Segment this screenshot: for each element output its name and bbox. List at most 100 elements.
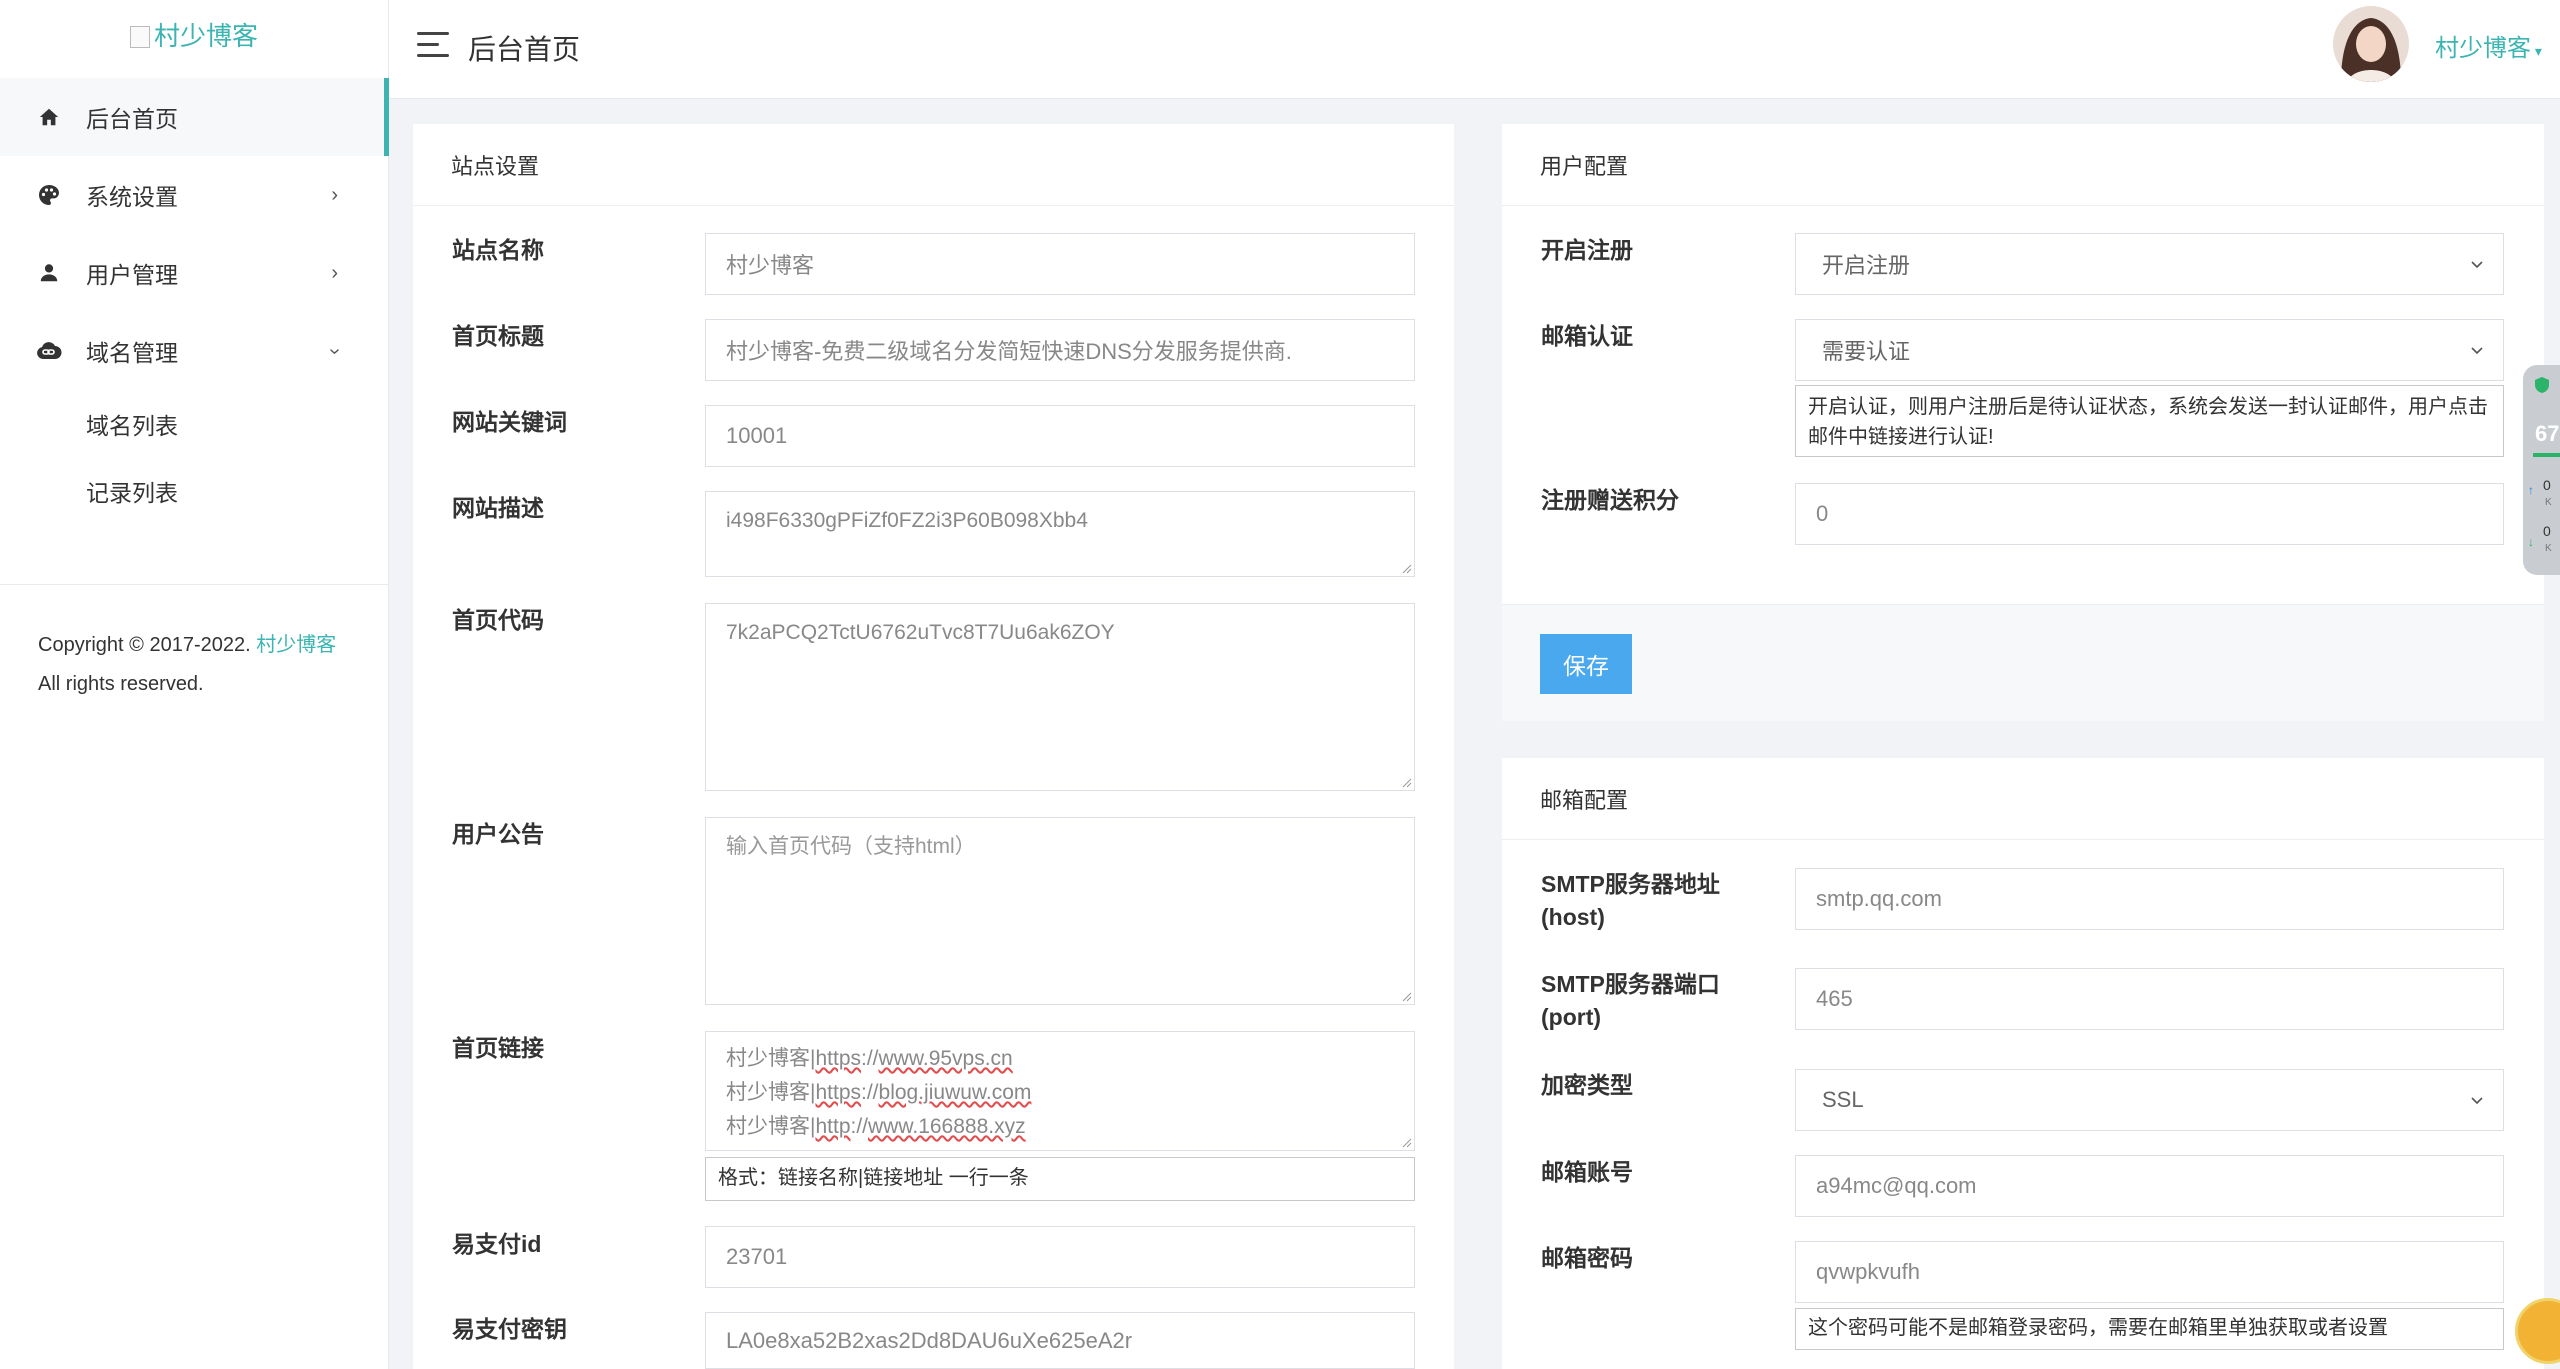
smtp-port-label-line2: (port) xyxy=(1541,1004,1602,1030)
pay-key-input[interactable]: LA0e8xa52B2xas2Dd8DAU6uXe625eA2r xyxy=(705,1312,1415,1369)
sidebar-divider xyxy=(0,584,388,585)
sidebar-item-label: 用户管理 xyxy=(86,262,178,288)
link-scheme: https xyxy=(815,1081,861,1104)
notice-textarea[interactable]: 输入首页代码（支持html） xyxy=(705,817,1415,1005)
upload-speed: 0 xyxy=(2543,477,2551,493)
resize-grip-icon[interactable] xyxy=(1402,1138,1412,1148)
bonus-label: 注册赠送积分 xyxy=(1541,487,1679,513)
download-speed: 0 xyxy=(2543,523,2551,539)
keywords-input[interactable]: 10001 xyxy=(705,405,1415,467)
link-host: www.166888.xyz xyxy=(868,1115,1026,1138)
sidebar-nav: 后台首页 系统设置 › 用户管理 › 域名管理 › 域名列表 记录列表 xyxy=(0,78,389,524)
save-button[interactable]: 保存 xyxy=(1540,634,1632,694)
page-title: 后台首页 xyxy=(468,34,581,65)
smtp-port-label: SMTP服务器端口 (port) xyxy=(1541,968,1720,1034)
smtp-port-input[interactable]: 465 xyxy=(1795,968,2504,1030)
sidebar-item-label: 后台首页 xyxy=(86,106,178,132)
mail-password-input[interactable]: qvwpkvufh xyxy=(1795,1241,2504,1303)
upload-unit: K xyxy=(2545,497,2552,508)
home-links-textarea[interactable]: 村少博客|https://www.95vps.cn 村少博客|https://b… xyxy=(705,1031,1415,1151)
mail-account-label: 邮箱账号 xyxy=(1541,1159,1633,1185)
smtp-host-label-line2: (host) xyxy=(1541,904,1605,930)
chevron-down-icon xyxy=(2471,1097,2483,1105)
link-host: www.95vps.cn xyxy=(878,1047,1013,1070)
network-speed-widget[interactable]: 67 ↑ 0 K ↓ 0 K xyxy=(2523,365,2560,575)
register-select[interactable]: 开启注册 xyxy=(1795,233,2504,295)
logo[interactable]: 村少博客 xyxy=(0,0,388,72)
pay-id-input[interactable]: 23701 xyxy=(705,1226,1415,1288)
sidebar-item-label: 域名管理 xyxy=(86,340,178,366)
sidebar-item-domain-management[interactable]: 域名管理 › xyxy=(0,312,388,390)
user-menu-dropdown[interactable]: 村少博客 ▾ xyxy=(2435,28,2542,63)
smtp-host-label-line1: SMTP服务器地址 xyxy=(1541,871,1720,897)
pay-key-label: 易支付密钥 xyxy=(452,1316,567,1342)
sidebar-subitem-domain-list[interactable]: 域名列表 xyxy=(0,390,388,457)
mail-password-label: 邮箱密码 xyxy=(1541,1245,1633,1271)
keywords-label: 网站关键词 xyxy=(452,409,567,435)
encryption-value: SSL xyxy=(1822,1087,1864,1112)
home-title-input[interactable]: 村少博客-免费二级域名分发简短快速DNS分发服务提供商. xyxy=(705,319,1415,381)
mail-password-hint: 这个密码可能不是邮箱登录密码，需要在邮箱里单独获取或者设置 xyxy=(1795,1308,2504,1350)
home-icon xyxy=(36,104,62,130)
home-code-value: 7k2aPCQ2TctU6762uTvc8T7Uu6ak6ZOY xyxy=(726,621,1115,644)
shield-icon xyxy=(2535,377,2549,393)
link-name: 村少博客 xyxy=(726,1047,810,1070)
email-verify-select[interactable]: 需要认证 xyxy=(1795,319,2504,381)
link-name: 村少博客 xyxy=(726,1081,810,1104)
description-textarea[interactable]: i498F6330gPFiZf0FZ2i3P60B098Xbb4 xyxy=(705,491,1415,577)
chevron-down-icon: › xyxy=(324,347,347,355)
email-verify-value: 需要认证 xyxy=(1822,339,1911,364)
notice-placeholder: 输入首页代码（支持html） xyxy=(726,835,976,858)
logo-alt-text: 村少博客 xyxy=(153,21,258,51)
site-name-input[interactable]: 村少博客 xyxy=(705,233,1415,295)
home-title-label: 首页标题 xyxy=(452,323,544,349)
site-name-label: 站点名称 xyxy=(452,237,544,263)
copyright-suffix: All rights reserved. xyxy=(38,673,204,695)
sidebar-subitem-record-list[interactable]: 记录列表 xyxy=(0,457,388,524)
resize-grip-icon[interactable] xyxy=(1402,992,1412,1002)
email-verify-hint: 开启认证，则用户注册后是待认证状态，系统会发送一封认证邮件，用户点击邮件中链接进… xyxy=(1795,385,2504,457)
copyright-brand-link[interactable]: 村少博客 xyxy=(256,634,336,656)
description-value: i498F6330gPFiZf0FZ2i3P60B098Xbb4 xyxy=(726,509,1088,532)
home-link-line: 村少博客|https://www.95vps.cn xyxy=(726,1047,1013,1070)
encryption-label: 加密类型 xyxy=(1541,1072,1633,1098)
sidebar: 村少博客 后台首页 系统设置 › 用户管理 › 域名管理 › 域名列表 记录列表… xyxy=(0,0,389,1369)
pay-id-label: 易支付id xyxy=(452,1231,542,1257)
card-title: 邮箱配置 xyxy=(1502,758,2544,840)
chevron-right-icon: › xyxy=(331,261,338,284)
home-links-label: 首页链接 xyxy=(452,1035,544,1061)
network-value: 67 xyxy=(2535,421,2560,446)
home-link-line: 村少博客|http://www.166888.xyz xyxy=(726,1115,1026,1138)
home-code-textarea[interactable]: 7k2aPCQ2TctU6762uTvc8T7Uu6ak6ZOY xyxy=(705,603,1415,791)
mail-account-input[interactable]: a94mc@qq.com xyxy=(1795,1155,2504,1217)
encryption-select[interactable]: SSL xyxy=(1795,1069,2504,1131)
sidebar-item-home[interactable]: 后台首页 xyxy=(0,78,389,156)
home-code-label: 首页代码 xyxy=(452,607,544,633)
sidebar-item-system-settings[interactable]: 系统设置 › xyxy=(0,156,388,234)
card-title: 用户配置 xyxy=(1502,124,2544,206)
link-host: blog.jiuwuw.com xyxy=(878,1081,1032,1104)
chevron-down-icon xyxy=(2471,347,2483,355)
broken-image-icon xyxy=(129,26,150,48)
card-footer xyxy=(1502,604,2544,721)
register-value: 开启注册 xyxy=(1822,253,1911,278)
link-scheme: http xyxy=(815,1115,851,1138)
resize-grip-icon[interactable] xyxy=(1402,778,1412,788)
avatar[interactable] xyxy=(2333,6,2409,82)
top-header: 后台首页 村少博客 ▾ xyxy=(389,0,2560,99)
smtp-host-input[interactable]: smtp.qq.com xyxy=(1795,868,2504,930)
register-label: 开启注册 xyxy=(1541,237,1633,263)
resize-grip-icon[interactable] xyxy=(1402,564,1412,574)
network-bar xyxy=(2533,453,2560,457)
copyright-prefix: Copyright © 2017-2022. xyxy=(38,634,251,656)
logo-link[interactable]: 村少博客 xyxy=(129,16,258,53)
bonus-input[interactable]: 0 xyxy=(1795,483,2504,545)
download-unit: K xyxy=(2545,543,2552,554)
sidebar-item-user-management[interactable]: 用户管理 › xyxy=(0,234,388,312)
hamburger-menu-icon[interactable] xyxy=(417,32,449,58)
home-link-line: 村少博客|https://blog.jiuwuw.com xyxy=(726,1081,1032,1104)
description-label: 网站描述 xyxy=(452,495,544,521)
copyright: Copyright © 2017-2022. 村少博客 All rights r… xyxy=(38,626,348,704)
smtp-host-label: SMTP服务器地址 (host) xyxy=(1541,868,1720,934)
user-icon xyxy=(36,260,62,286)
